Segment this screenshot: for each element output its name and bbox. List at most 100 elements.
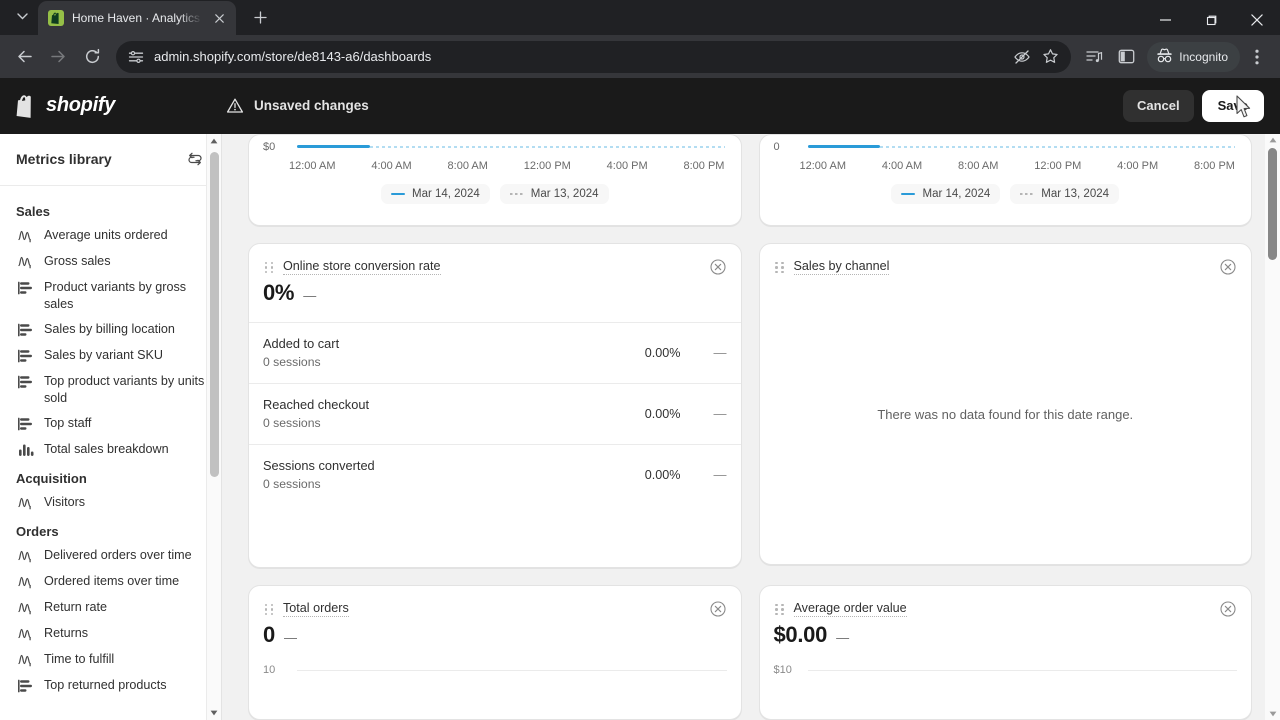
sidebar-metric-label: Top product variants by units sold [44, 373, 205, 405]
sidebar-metric-list: Sales Average units ordered Gross sales Pro… [0, 186, 221, 720]
address-bar[interactable]: admin.shopify.com/store/de8143-a6/dashbo… [116, 40, 1072, 73]
sidebar-metric-item[interactable]: Sales by billing location [0, 317, 221, 343]
page-scroll-down-arrow-icon[interactable] [1265, 707, 1280, 720]
conversion-funnel-row: Added to cart 0 sessions 0.00% — [249, 321, 741, 383]
reload-icon[interactable] [76, 41, 108, 73]
drag-handle-icon[interactable] [263, 261, 275, 274]
tab-search-icon[interactable] [8, 2, 36, 30]
sidebar-metric-item[interactable]: Top product variants by units sold [0, 369, 221, 411]
card-title[interactable]: Total orders [283, 601, 349, 617]
line-chart-icon [18, 651, 34, 667]
sidebar-metric-item[interactable]: Product variants by gross sales [0, 275, 221, 317]
sidebar-metric-item[interactable]: Gross sales [0, 249, 221, 275]
close-circle-icon[interactable] [1219, 258, 1237, 276]
close-icon[interactable] [210, 9, 228, 27]
close-circle-icon[interactable] [1219, 600, 1237, 618]
incognito-label: Incognito [1179, 49, 1228, 64]
x-axis-tick-label: 12:00 PM [1034, 159, 1082, 172]
page-scrollbar[interactable] [1265, 133, 1280, 720]
bar-chart-horizontal-icon [18, 373, 34, 389]
incognito-profile-chip[interactable]: Incognito [1147, 41, 1240, 72]
bar-chart-horizontal-icon [18, 279, 34, 295]
x-axis-tick-label: 4:00 AM [371, 159, 412, 172]
row-name: Added to cart [263, 335, 340, 351]
site-settings-icon[interactable] [128, 48, 146, 66]
chart-y-gridline: 10 [249, 648, 741, 676]
three-dot-menu-icon[interactable] [1242, 42, 1272, 72]
sidebar-metric-item[interactable]: Top returned products [0, 673, 221, 699]
line-chart-icon [18, 599, 34, 615]
warning-triangle-icon [226, 97, 244, 115]
browser-tab[interactable]: Home Haven · Analytics · Shopi [38, 1, 236, 36]
maximize-icon[interactable] [1188, 0, 1234, 40]
page-scrollbar-thumb[interactable] [1268, 147, 1277, 260]
card-title[interactable]: Average order value [793, 601, 907, 617]
gridline [297, 669, 727, 671]
sidebar-metric-label: Ordered items over time [44, 573, 180, 588]
sync-swap-icon[interactable] [185, 149, 205, 169]
line-chart-icon [18, 625, 34, 641]
sidebar-metric-item[interactable]: Sales by variant SKU [0, 343, 221, 369]
scroll-up-arrow-icon[interactable] [207, 134, 221, 148]
sidebar-metric-item[interactable]: Time to fulfill [0, 647, 221, 673]
y-axis-zero-label: 0 [773, 140, 780, 153]
sidebar-metric-label: Delivered orders over time [44, 547, 192, 562]
sidebar-metric-label: Sales by variant SKU [44, 347, 163, 362]
drag-handle-icon[interactable] [774, 261, 786, 274]
card-primary-metric: $0.00 — [760, 618, 1252, 648]
unsaved-changes-indicator: Unsaved changes [226, 97, 369, 115]
drag-handle-icon[interactable] [263, 603, 275, 616]
card-header: Average order value [760, 586, 1252, 618]
sidebar-metric-item[interactable]: Average units ordered [0, 223, 221, 249]
cancel-button[interactable]: Cancel [1122, 89, 1194, 122]
shopify-logo[interactable]: shopify [16, 94, 226, 118]
close-circle-icon[interactable] [709, 600, 727, 618]
legend-item[interactable]: Mar 13, 2024 [1010, 183, 1120, 204]
row-sessions: 0 sessions [263, 476, 321, 491]
back-arrow-icon[interactable] [8, 41, 40, 73]
x-axis-tick-label: 8:00 AM [958, 159, 999, 172]
legend-item[interactable]: Mar 14, 2024 [891, 183, 1001, 204]
legend-label: Mar 14, 2024 [922, 187, 991, 200]
legend-item[interactable]: Mar 13, 2024 [499, 183, 609, 204]
legend-item[interactable]: Mar 14, 2024 [380, 183, 490, 204]
dashboard-main: $0 12:00 AM 4:00 AM 8:00 AM 12:00 PM 4:00 PM… [222, 133, 1280, 720]
card-title[interactable]: Online store conversion rate [283, 259, 441, 275]
metric-delta: — [836, 630, 850, 645]
window-close-icon[interactable] [1234, 0, 1280, 40]
sidebar-metric-item[interactable]: Visitors [0, 490, 221, 516]
sidebar-scrollbar-thumb[interactable] [210, 151, 219, 477]
sidebar-metric-item[interactable]: Top staff [0, 411, 221, 437]
card-header: Total orders [249, 586, 741, 618]
y-axis-top-label: 10 [263, 664, 276, 676]
drag-handle-icon[interactable] [774, 603, 786, 616]
forward-arrow-icon[interactable] [42, 41, 74, 73]
side-panel-icon[interactable] [1111, 42, 1141, 72]
sidebar-metric-label: Return rate [44, 599, 107, 614]
star-icon[interactable] [1041, 48, 1059, 66]
bar-chart-horizontal-icon [18, 415, 34, 431]
url-text: admin.shopify.com/store/de8143-a6/dashbo… [154, 49, 432, 65]
minimize-icon[interactable] [1142, 0, 1188, 40]
reading-list-icon[interactable] [1079, 42, 1109, 72]
sidebar-metric-item[interactable]: Returns [0, 621, 221, 647]
x-axis-tick-label: 12:00 AM [289, 159, 336, 172]
card-sales-by-channel: Sales by channel There was no data found… [758, 242, 1252, 565]
sidebar-metric-item[interactable]: Delivered orders over time [0, 543, 221, 569]
new-tab-button[interactable] [246, 3, 274, 31]
page-scroll-up-arrow-icon[interactable] [1265, 134, 1280, 147]
scroll-down-arrow-icon[interactable] [207, 706, 221, 720]
metric-delta: — [283, 630, 297, 645]
close-circle-icon[interactable] [709, 258, 727, 276]
chart-legend: Mar 14, 2024 Mar 13, 2024 [249, 172, 741, 204]
eye-off-icon[interactable] [1013, 48, 1031, 66]
save-button[interactable]: Save [1201, 89, 1264, 122]
card-title[interactable]: Sales by channel [793, 259, 890, 275]
legend-label: Mar 13, 2024 [1041, 187, 1110, 200]
sidebar-metric-item[interactable]: Total sales breakdown [0, 437, 221, 463]
browser-tab-strip: Home Haven · Analytics · Shopi [0, 0, 1280, 36]
line-chart-icon [18, 227, 34, 243]
sidebar-metric-item[interactable]: Ordered items over time [0, 569, 221, 595]
sidebar-metric-item[interactable]: Return rate [0, 595, 221, 621]
sidebar-scrollbar[interactable] [206, 133, 221, 720]
